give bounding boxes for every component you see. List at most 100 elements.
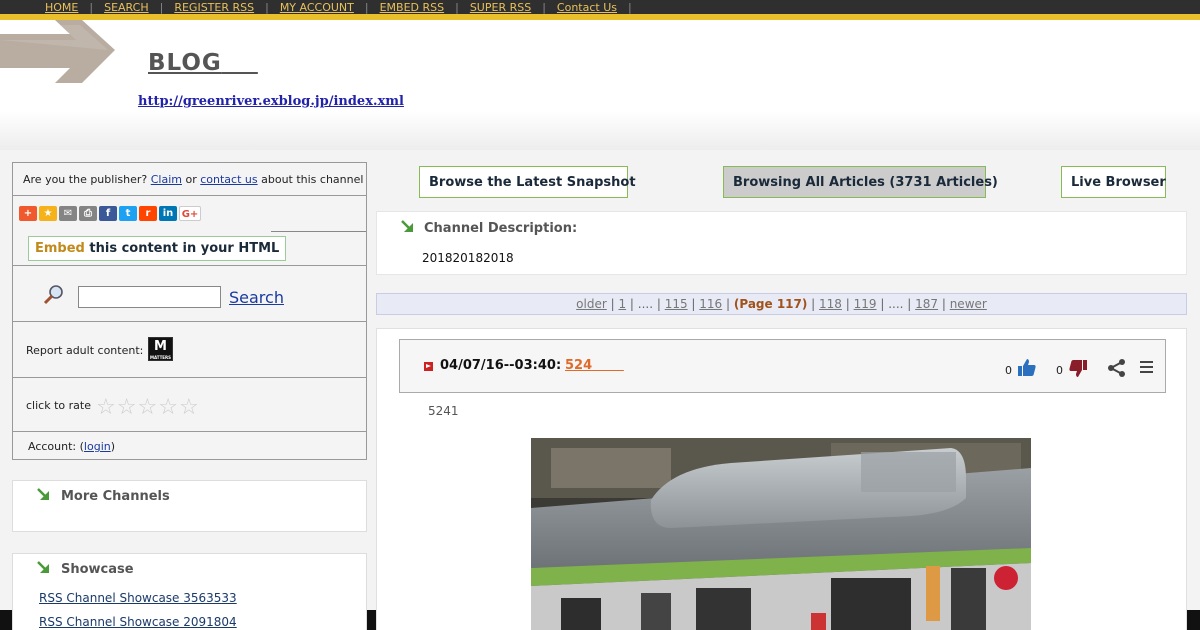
pager-current: (Page 117)	[733, 297, 808, 311]
pager-page[interactable]: 187	[915, 297, 938, 311]
channel-header: BLOG http://greenriver.exblog.jp/index.x…	[0, 20, 1200, 150]
pager-ellipsis: ....	[888, 297, 904, 311]
channel-sidebar: Are you the publisher? Claim or contact …	[12, 162, 367, 460]
pagination: older | 1 | .... | 115 | 116 | (Page 117…	[376, 293, 1187, 315]
showcase-link[interactable]: RSS Channel Showcase 3563533	[39, 591, 237, 605]
nav-embed-rss[interactable]: EMBED RSS	[369, 1, 456, 14]
facebook-icon[interactable]: f	[99, 206, 117, 221]
green-arrow-icon	[37, 488, 49, 500]
account-suffix: )	[110, 440, 116, 453]
page-edge	[0, 610, 12, 630]
more-channels-box: More Channels	[12, 480, 367, 532]
thumbs-down-icon[interactable]	[1068, 358, 1088, 378]
publisher-suffix: about this channel	[261, 173, 364, 186]
article-date: 04/07/16--03:40:	[440, 358, 562, 373]
star-rating[interactable]: ☆ ☆ ☆ ☆ ☆	[96, 395, 199, 420]
publisher-notice: Are you the publisher? Claim or contact …	[13, 163, 366, 196]
green-arrow-icon	[37, 561, 49, 573]
nav-separator: |	[628, 0, 632, 14]
pager-ellipsis: ....	[637, 297, 654, 311]
divider	[271, 231, 366, 232]
article-header: 04/07/16--03:40: 524 0 0	[399, 339, 1166, 393]
channel-title[interactable]: BLOG	[148, 50, 258, 76]
contact-us-link[interactable]: contact us	[200, 173, 257, 186]
nav-home[interactable]: HOME	[34, 1, 89, 14]
search-section: Search	[13, 266, 366, 322]
pager-older[interactable]: older	[576, 297, 607, 311]
showcase-link[interactable]: RSS Channel Showcase 2091804	[39, 615, 237, 629]
google-plus-icon[interactable]: G+	[179, 206, 201, 221]
share-icon[interactable]	[1107, 358, 1127, 378]
linkedin-icon[interactable]: in	[159, 206, 177, 221]
embed-rest: this content in your HTML	[89, 241, 280, 256]
embed-word: Embed	[35, 241, 85, 256]
matters-badge-icon[interactable]: M MATTERS	[148, 337, 173, 361]
article-card: 04/07/16--03:40: 524 0 0 5241	[376, 328, 1187, 630]
showcase-box: Showcase RSS Channel Showcase 3563533 RS…	[12, 553, 367, 630]
thumbs-up-icon[interactable]	[1017, 358, 1037, 378]
article-body: 5241	[428, 404, 459, 418]
rate-label: click to rate	[26, 399, 91, 412]
more-channels-title[interactable]: More Channels	[61, 489, 170, 504]
matters-letter: M	[154, 339, 167, 354]
account-section: Account: (login)	[13, 432, 366, 460]
article-title[interactable]: 524	[565, 358, 624, 373]
share-icons: + ★ ✉ ⎙ f t r in G+	[19, 206, 201, 221]
account-prefix: Account: (	[28, 440, 84, 453]
pager-page[interactable]: 119	[854, 297, 877, 311]
nav-register-rss[interactable]: REGISTER RSS	[163, 1, 265, 14]
nav-my-account[interactable]: MY ACCOUNT	[269, 1, 365, 14]
nav-links: HOME | SEARCH | REGISTER RSS | MY ACCOUNT | …	[34, 0, 632, 14]
feed-item-icon	[424, 362, 433, 371]
pager-page[interactable]: 1	[618, 297, 626, 311]
pager-page[interactable]: 118	[819, 297, 842, 311]
star-icon[interactable]: ☆	[179, 395, 199, 420]
train-photo	[531, 438, 1031, 630]
reddit-icon[interactable]: r	[139, 206, 157, 221]
publisher-prefix: Are you the publisher?	[23, 173, 148, 186]
like-count: 0	[1005, 364, 1012, 377]
nav-search[interactable]: SEARCH	[93, 1, 160, 14]
email-icon[interactable]: ✉	[59, 206, 77, 221]
star-icon[interactable]: ☆	[158, 395, 178, 420]
login-link[interactable]: login	[84, 440, 111, 453]
latest-snapshot-button[interactable]: Browse the Latest Snapshot	[419, 166, 636, 198]
green-arrow-icon	[401, 220, 413, 232]
top-nav: HOME | SEARCH | REGISTER RSS | MY ACCOUNT | …	[0, 0, 1200, 14]
live-browser-button[interactable]: Live Browser	[1061, 166, 1166, 198]
publisher-or: or	[185, 173, 197, 186]
arrow-logo-icon	[0, 20, 115, 83]
matters-sub: MATTERS	[149, 355, 171, 360]
page-edge	[1187, 610, 1200, 630]
search-input[interactable]	[78, 286, 221, 308]
pager-page[interactable]: 115	[665, 297, 688, 311]
favorite-star-icon[interactable]: ★	[39, 206, 57, 221]
star-icon[interactable]: ☆	[137, 395, 157, 420]
pager-page[interactable]: 116	[699, 297, 722, 311]
adult-label: Report adult content:	[26, 344, 144, 357]
dislike-count: 0	[1056, 364, 1063, 377]
nav-contact-us[interactable]: Contact Us	[546, 1, 628, 14]
menu-icon[interactable]	[1139, 358, 1155, 376]
share-section: + ★ ✉ ⎙ f t r in G+ Embed this content i…	[13, 196, 366, 266]
search-button[interactable]: Search	[229, 288, 284, 307]
channel-description-box: Channel Description: 201820182018	[376, 211, 1187, 275]
description-text: 201820182018	[422, 251, 514, 265]
print-icon[interactable]: ⎙	[79, 206, 97, 221]
showcase-title: Showcase	[61, 562, 134, 577]
nav-super-rss[interactable]: SUPER RSS	[459, 1, 542, 14]
rating-section: click to rate ☆ ☆ ☆ ☆ ☆	[13, 378, 366, 432]
pager-newer[interactable]: newer	[950, 297, 987, 311]
magnifier-icon	[43, 285, 63, 305]
page-edge	[367, 610, 376, 630]
embed-button[interactable]: Embed this content in your HTML	[28, 236, 287, 261]
add-icon[interactable]: +	[19, 206, 37, 221]
claim-link[interactable]: Claim	[151, 173, 182, 186]
twitter-icon[interactable]: t	[119, 206, 137, 221]
adult-report-section: Report adult content: M MATTERS	[13, 322, 366, 378]
star-icon[interactable]: ☆	[96, 395, 116, 420]
star-icon[interactable]: ☆	[117, 395, 137, 420]
description-title: Channel Description:	[424, 221, 578, 236]
browsing-all-articles-button[interactable]: Browsing All Articles (3731 Articles)	[723, 166, 998, 198]
channel-feed-url[interactable]: http://greenriver.exblog.jp/index.xml	[138, 94, 404, 109]
